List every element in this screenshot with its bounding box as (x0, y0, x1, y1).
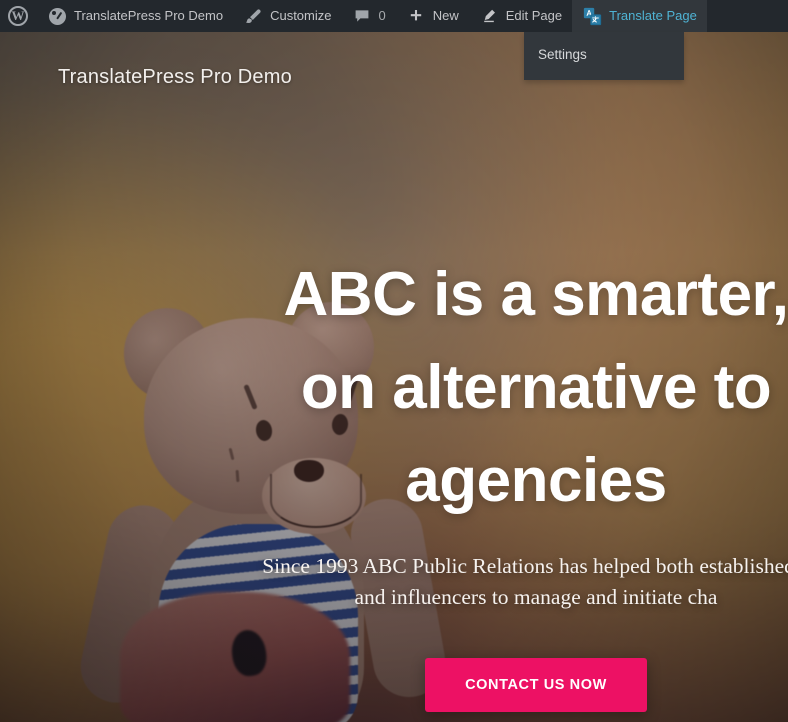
adminbar-item-wp-logo[interactable]: W (0, 0, 37, 32)
plus-icon (406, 6, 426, 26)
adminbar-edit-page-label: Edit Page (505, 8, 563, 23)
hero-heading: ABC is a smarter, on alternative to agen… (283, 260, 788, 515)
site-title[interactable]: TranslatePress Pro Demo (58, 66, 292, 89)
hero-section: TranslatePress Pro Demo ABC is a smarter… (0, 0, 788, 722)
paintbrush-icon (243, 6, 263, 26)
wordpress-admin-bar: W TranslatePress Pro Demo Customize 0 Ne… (0, 0, 788, 32)
dashboard-icon (47, 6, 67, 26)
adminbar-translate-page-label: Translate Page (609, 8, 697, 23)
hero-subtitle: Since 1993 ABC Public Relations has help… (262, 554, 788, 609)
browser-viewport: TranslatePress Pro Demo ABC is a smarter… (0, 0, 788, 722)
pencil-icon (479, 6, 499, 26)
comment-bubble-icon (352, 6, 372, 26)
adminbar-item-site-name[interactable]: TranslatePress Pro Demo (37, 0, 233, 32)
translate-icon (582, 6, 602, 26)
hero-content: ABC is a smarter, on alternative to agen… (0, 248, 788, 713)
hero-cta-container: CONTACT US NOW (0, 658, 788, 713)
adminbar-new-label: New (432, 8, 459, 23)
adminbar-item-edit-page[interactable]: Edit Page (469, 0, 572, 32)
adminbar-item-comments[interactable]: 0 (342, 0, 396, 32)
adminbar-comment-count: 0 (378, 8, 386, 23)
submenu-item-settings[interactable]: Settings (524, 38, 684, 72)
adminbar-item-translate-page[interactable]: Translate Page (572, 0, 707, 32)
adminbar-item-customize[interactable]: Customize (233, 0, 341, 32)
wordpress-logo-glyph: W (8, 6, 28, 26)
adminbar-item-new-content[interactable]: New (396, 0, 469, 32)
contact-us-now-button[interactable]: CONTACT US NOW (425, 658, 647, 713)
translate-page-submenu: Settings (524, 32, 684, 80)
adminbar-customize-label: Customize (270, 8, 332, 23)
wordpress-logo-icon: W (8, 6, 28, 26)
adminbar-site-name-label: TranslatePress Pro Demo (74, 8, 224, 23)
